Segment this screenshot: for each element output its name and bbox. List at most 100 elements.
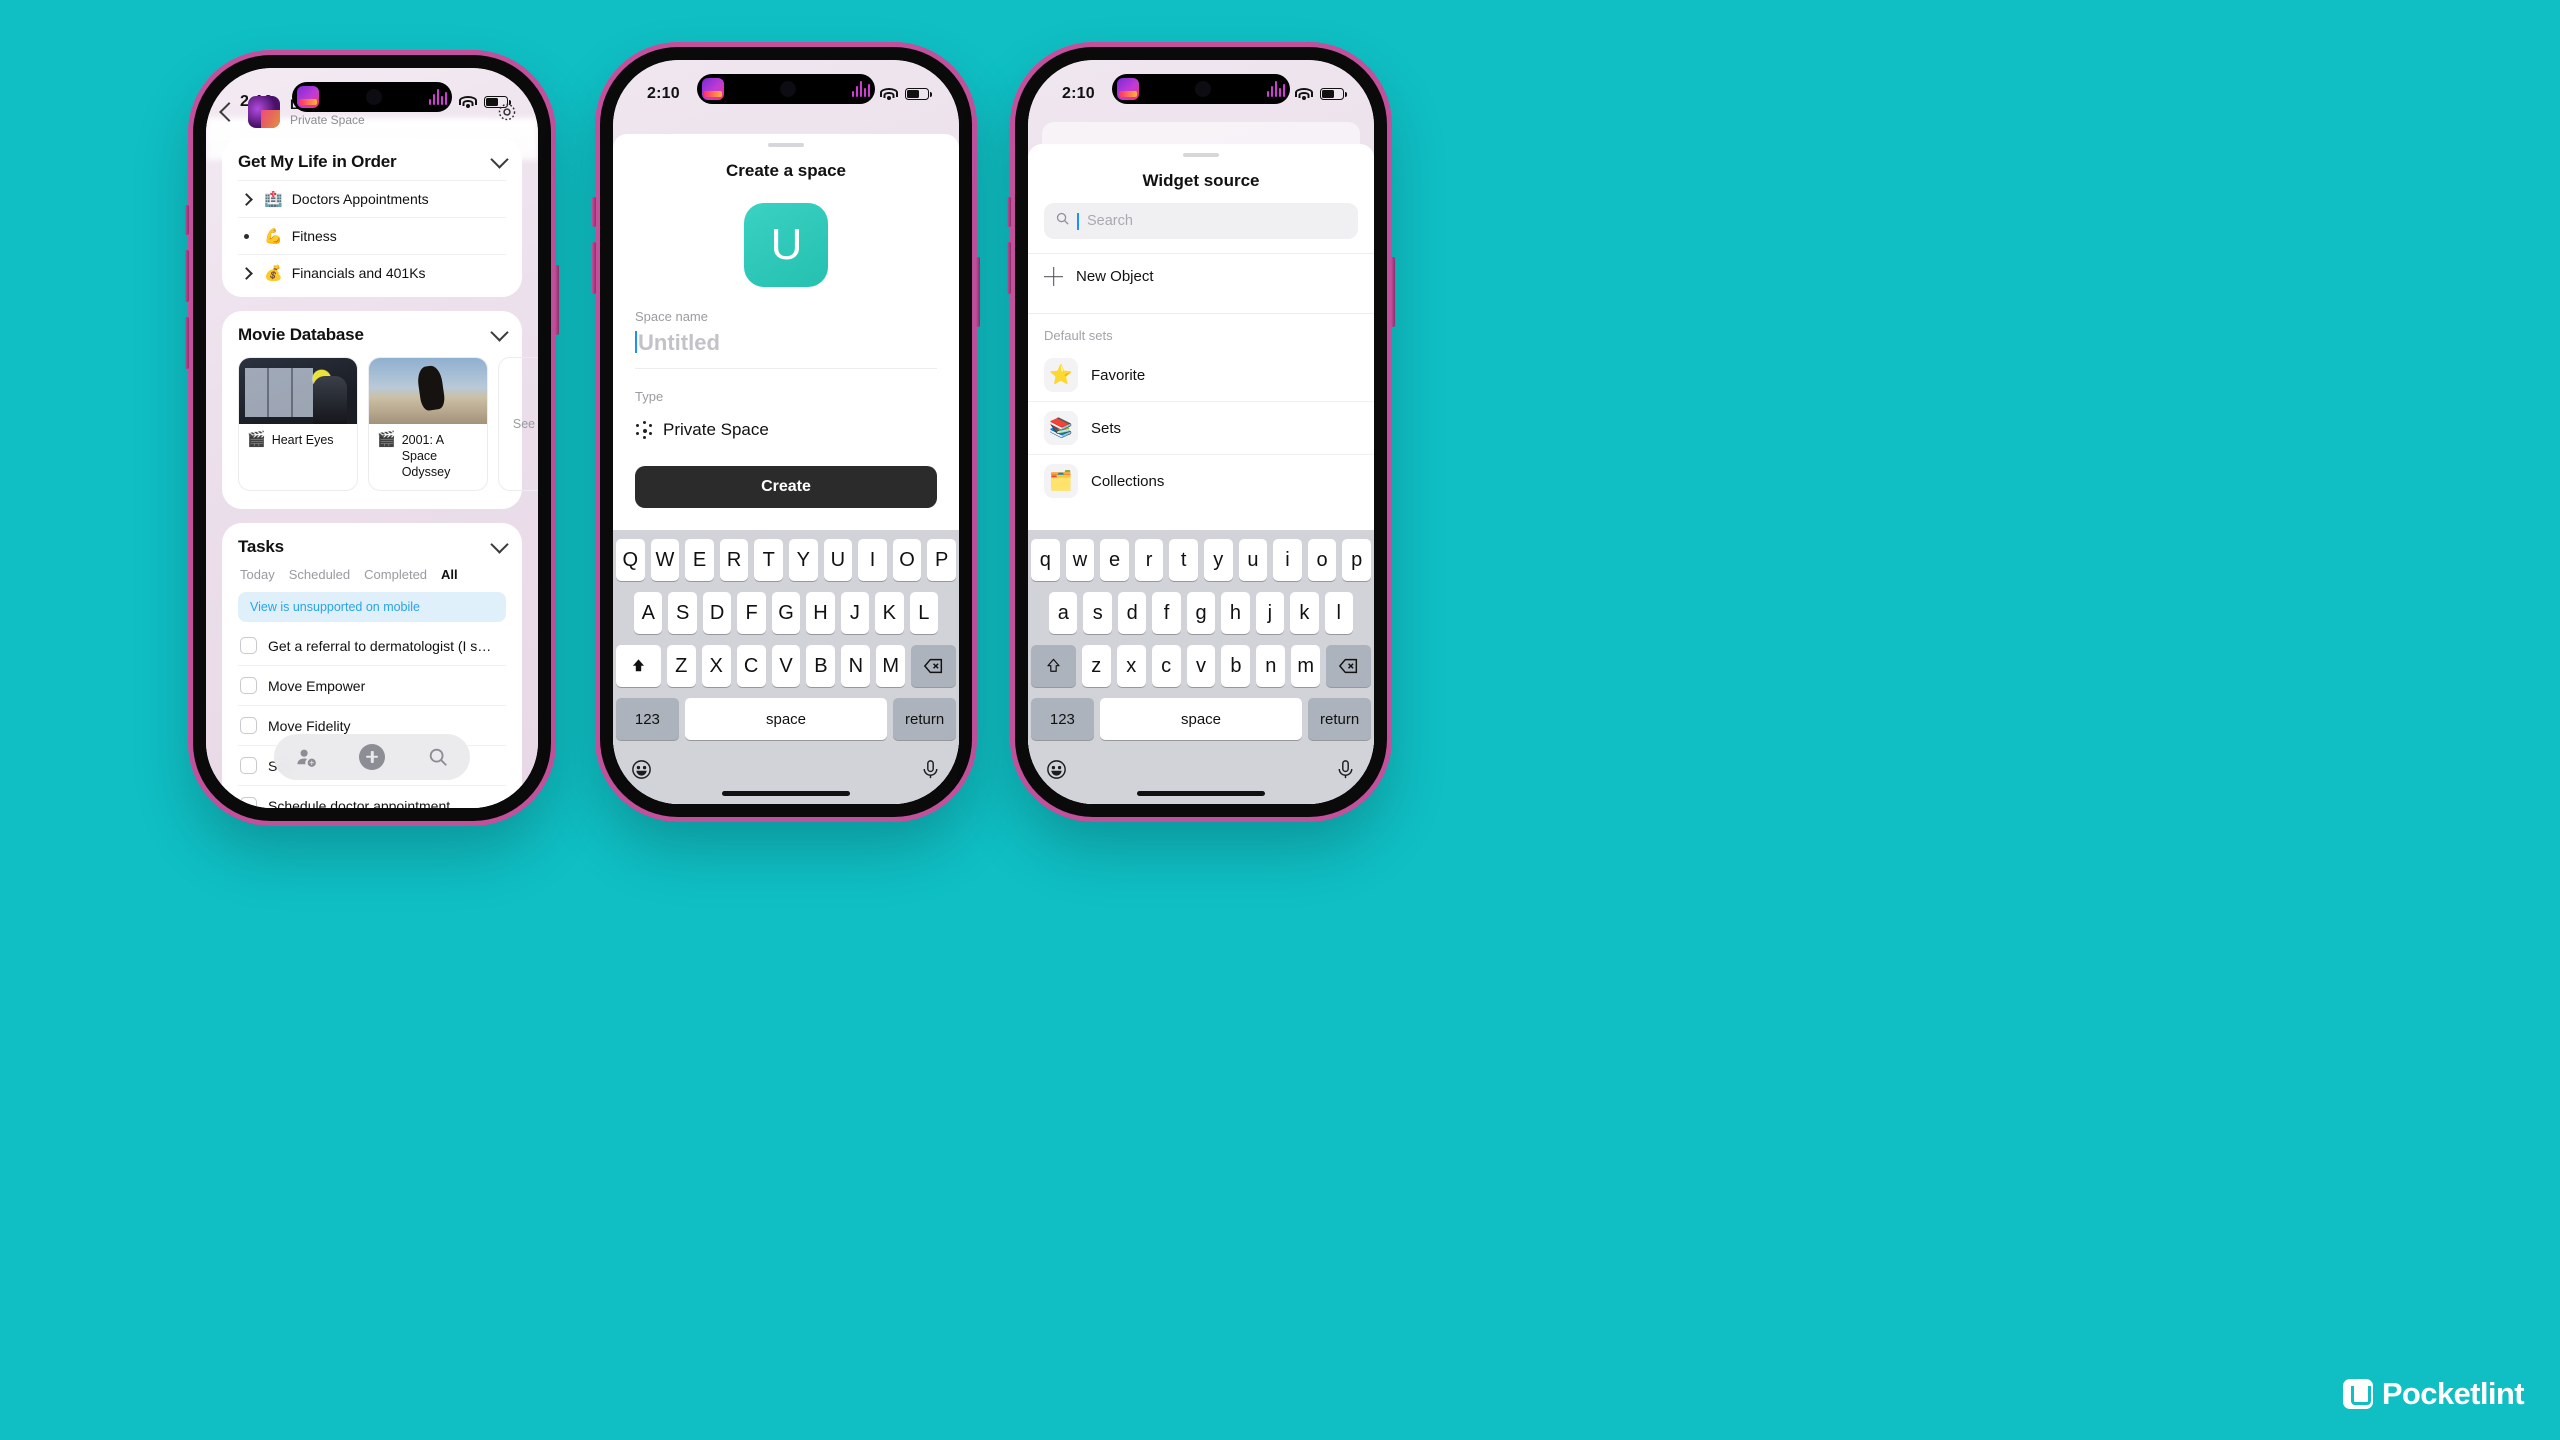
movie-carousel[interactable]: 🎬 Heart Eyes 🎬 2001: A Space Odyssey See — [238, 353, 538, 503]
key-f[interactable]: F — [737, 592, 766, 634]
space-name-input[interactable]: Untitled — [635, 328, 937, 368]
key-c[interactable]: C — [736, 645, 766, 687]
see-all-card[interactable]: See — [498, 357, 538, 491]
key-u[interactable]: U — [823, 539, 853, 581]
volume-up-button[interactable] — [185, 205, 189, 235]
key-o[interactable]: O — [892, 539, 922, 581]
key-z[interactable]: Z — [666, 645, 696, 687]
shift-outline-icon[interactable] — [1031, 645, 1076, 687]
tab-today[interactable]: Today — [240, 567, 275, 582]
power-button[interactable] — [976, 257, 980, 327]
table-row[interactable]: Get a referral to dermatologist (I s… — [238, 626, 506, 665]
key-l[interactable]: L — [909, 592, 938, 634]
space-avatar[interactable] — [248, 96, 280, 128]
add-person-icon[interactable] — [295, 746, 318, 769]
tab-scheduled[interactable]: Scheduled — [289, 567, 350, 582]
list-item-sets[interactable]: 📚 Sets — [1028, 401, 1374, 454]
space-key[interactable]: space — [1099, 698, 1303, 740]
key-t[interactable]: t — [1169, 539, 1198, 581]
key-j[interactable]: j — [1255, 592, 1285, 634]
key-g[interactable]: G — [771, 592, 801, 634]
key-g[interactable]: g — [1186, 592, 1216, 634]
backspace-icon[interactable] — [1326, 645, 1371, 687]
search-input[interactable]: Search — [1044, 203, 1358, 239]
keyboard[interactable]: Q W E R T Y U I O P A S D F G H J K L Z … — [613, 530, 959, 804]
list-item-collections[interactable]: 🗂️ Collections — [1028, 454, 1374, 507]
task-tabs[interactable]: Today Scheduled Completed All — [238, 565, 506, 592]
key-w[interactable]: w — [1065, 539, 1095, 581]
power-button[interactable] — [1391, 257, 1395, 327]
list-item[interactable]: 💪 Fitness — [238, 217, 506, 254]
gear-icon[interactable] — [496, 101, 518, 123]
key-b[interactable]: b — [1221, 645, 1251, 687]
key-x[interactable]: X — [701, 645, 731, 687]
key-b[interactable]: B — [806, 645, 836, 687]
key-k[interactable]: k — [1290, 592, 1319, 634]
tab-all[interactable]: All — [441, 567, 458, 582]
keyboard[interactable]: q w e r t y u i o p a s d f g h j k l z … — [1028, 530, 1374, 804]
key-o[interactable]: o — [1307, 539, 1337, 581]
key-j[interactable]: J — [840, 592, 870, 634]
space-key[interactable]: space — [684, 698, 888, 740]
chevron-down-icon[interactable] — [490, 150, 509, 169]
key-u[interactable]: u — [1238, 539, 1268, 581]
widget-list[interactable]: Get My Life in Order 🏥 Doctors Appointme… — [206, 138, 538, 808]
mute-button[interactable] — [185, 317, 189, 369]
return-key[interactable]: return — [1308, 698, 1371, 740]
key-n[interactable]: N — [841, 645, 871, 687]
key-h[interactable]: H — [806, 592, 835, 634]
key-p[interactable]: p — [1342, 539, 1371, 581]
dynamic-island[interactable] — [292, 82, 452, 112]
key-a[interactable]: A — [634, 592, 663, 634]
task-checkbox[interactable] — [240, 797, 257, 808]
table-row[interactable]: Schedule doctor appointment — [238, 785, 506, 808]
widget-get-my-life-in-order[interactable]: Get My Life in Order 🏥 Doctors Appointme… — [222, 138, 522, 297]
key-r[interactable]: R — [719, 539, 749, 581]
key-d[interactable]: D — [702, 592, 732, 634]
shift-filled-icon[interactable] — [616, 645, 661, 687]
chevron-right-icon[interactable] — [240, 266, 253, 280]
search-icon[interactable] — [427, 746, 449, 768]
key-z[interactable]: z — [1081, 645, 1111, 687]
key-h[interactable]: h — [1221, 592, 1250, 634]
tab-completed[interactable]: Completed — [364, 567, 427, 582]
emoji-icon[interactable] — [1045, 758, 1068, 786]
key-e[interactable]: E — [685, 539, 714, 581]
key-f[interactable]: f — [1152, 592, 1181, 634]
movie-card[interactable]: 🎬 2001: A Space Odyssey — [368, 357, 488, 491]
key-s[interactable]: s — [1083, 592, 1112, 634]
microphone-icon[interactable] — [1334, 758, 1357, 786]
return-key[interactable]: return — [893, 698, 956, 740]
key-p[interactable]: P — [927, 539, 956, 581]
dynamic-island[interactable] — [697, 74, 875, 104]
task-checkbox[interactable] — [240, 757, 257, 774]
key-q[interactable]: q — [1031, 539, 1060, 581]
numbers-key[interactable]: 123 — [616, 698, 679, 740]
key-n[interactable]: n — [1256, 645, 1286, 687]
volume-up-button[interactable] — [1007, 197, 1011, 227]
microphone-icon[interactable] — [919, 758, 942, 786]
movie-card[interactable]: 🎬 Heart Eyes — [238, 357, 358, 491]
numbers-key[interactable]: 123 — [1031, 698, 1094, 740]
list-item-favorite[interactable]: ⭐ Favorite — [1028, 349, 1374, 401]
key-i[interactable]: I — [858, 539, 887, 581]
chevron-left-icon[interactable] — [219, 102, 239, 122]
key-w[interactable]: W — [650, 539, 680, 581]
key-c[interactable]: c — [1151, 645, 1181, 687]
key-x[interactable]: x — [1116, 645, 1146, 687]
new-object-button[interactable]: New Object — [1028, 254, 1374, 299]
emoji-icon[interactable] — [630, 758, 653, 786]
widget-movie-database[interactable]: Movie Database 🎬 Heart Eyes 🎬 2001: A Sp… — [222, 311, 538, 509]
backspace-icon[interactable] — [911, 645, 956, 687]
task-checkbox[interactable] — [240, 677, 257, 694]
volume-down-button[interactable] — [1007, 242, 1011, 294]
volume-up-button[interactable] — [592, 197, 596, 227]
key-r[interactable]: r — [1134, 539, 1164, 581]
key-v[interactable]: V — [771, 645, 801, 687]
chevron-right-icon[interactable] — [240, 192, 253, 206]
key-m[interactable]: M — [876, 645, 906, 687]
space-icon-preview[interactable]: U — [744, 203, 828, 287]
power-button[interactable] — [555, 265, 559, 335]
create-button[interactable]: Create — [635, 466, 937, 508]
list-item[interactable]: 🏥 Doctors Appointments — [238, 180, 506, 217]
